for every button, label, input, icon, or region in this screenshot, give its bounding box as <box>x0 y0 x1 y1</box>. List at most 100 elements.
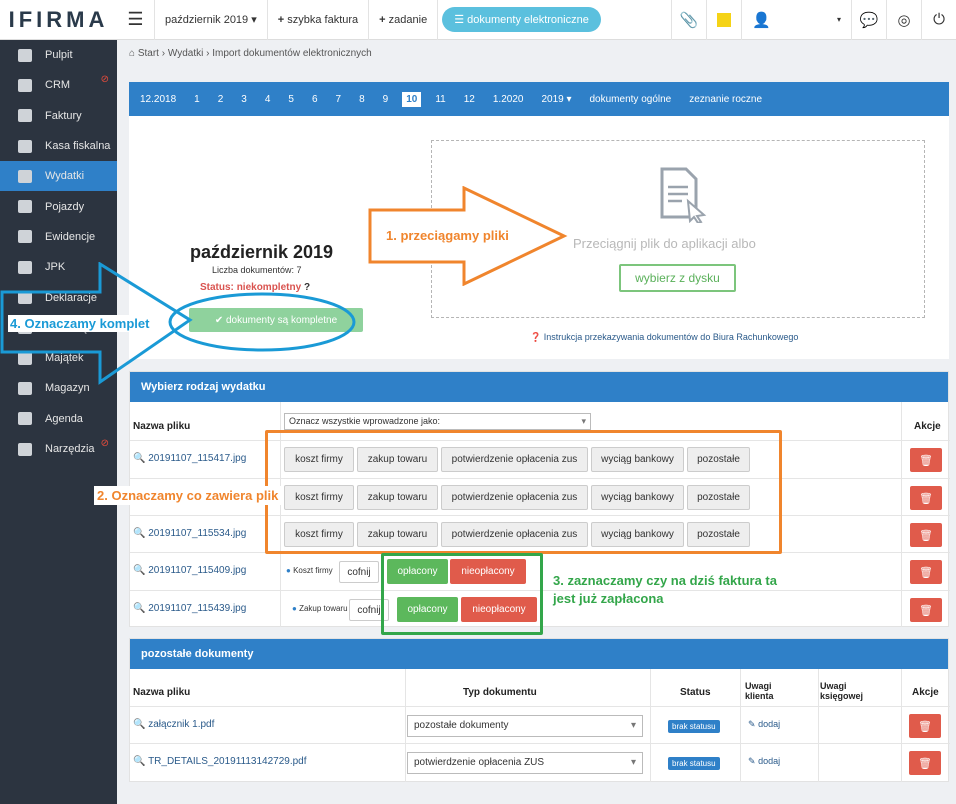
file-link[interactable]: 🔍 20191107_115439.jpg <box>133 603 246 614</box>
month-link[interactable]: zeznanie roczne <box>689 94 762 105</box>
month-link[interactable]: 2 <box>218 94 224 105</box>
annotation-payment-status: 3. zaznaczamy czy na dziś faktura ta jes… <box>553 573 777 606</box>
other-docs-heading: pozostałe dokumenty <box>130 639 948 669</box>
add-note-link[interactable]: ✎ dodaj <box>748 756 780 767</box>
assigned-category-tag: Koszt firmy <box>286 566 333 575</box>
tools-icon <box>18 442 32 456</box>
topbar: ☰ październik 2019 ▾ + szybka faktura + … <box>117 0 956 40</box>
file-name: TR_DETAILS_20191113142729.pdf <box>148 756 307 767</box>
file-link[interactable]: 🔍 załącznik 1.pdf <box>133 719 214 730</box>
accountant-notes-header: Uwagi księgowej <box>820 681 864 701</box>
sidebar-item-ewidencje[interactable]: Ewidencje <box>0 222 117 252</box>
breadcrumb-start[interactable]: Start <box>138 48 159 59</box>
list-icon: ☰ <box>454 14 465 26</box>
month-link[interactable]: 4 <box>265 94 271 105</box>
trash-icon: 🗑 <box>919 604 933 617</box>
sidebar-item-label: CRM <box>45 79 71 92</box>
month-link[interactable]: 11 <box>435 94 445 105</box>
month-link[interactable]: 10 <box>402 91 422 107</box>
menu-button[interactable]: ☰ <box>117 0 155 40</box>
sidebar-item-label: Kasa fiskalna <box>45 140 111 153</box>
month-link[interactable]: 3 <box>241 94 247 105</box>
e-docs-button[interactable]: ☰ dokumenty elektroniczne <box>442 7 601 32</box>
delete-button[interactable]: 🗑 <box>910 523 942 547</box>
sidebar-item-crm[interactable]: CRM ⊘ <box>0 70 117 100</box>
paperclip-icon[interactable]: 📎 <box>671 0 706 40</box>
file-name-header: Nazwa pliku <box>133 421 191 432</box>
annotation-drag-files: 1. przeciągamy pliki <box>386 228 509 243</box>
delete-button[interactable]: 🗑 <box>909 751 941 775</box>
sidebar-item-narzędzia[interactable]: Narzędzia ⊘ <box>0 434 117 464</box>
document-type-select[interactable]: pozostałe dokumenty <box>407 715 643 737</box>
month-link[interactable]: 2019 ▾ <box>541 94 571 105</box>
hamburger-icon: ☰ <box>127 9 144 29</box>
e-docs-label: dokumenty elektroniczne <box>467 14 589 26</box>
status-badge: brak statusu <box>668 720 720 733</box>
month-link[interactable]: dokumenty ogólne <box>590 94 672 105</box>
file-link[interactable]: 🔍 20191107_115409.jpg <box>133 565 246 576</box>
sidebar-item-kasa-fiskalna[interactable]: Kasa fiskalna <box>0 131 117 161</box>
help-lifebuoy-icon[interactable]: ◎ <box>886 0 921 40</box>
delete-button[interactable]: 🗑 <box>910 598 942 622</box>
sidebar-item-pojazdy[interactable]: Pojazdy <box>0 191 117 221</box>
month-link[interactable]: 12.2018 <box>140 94 176 105</box>
month-link[interactable]: 8 <box>359 94 365 105</box>
month-link[interactable]: 12 <box>464 94 475 105</box>
plus-icon: + <box>379 13 386 26</box>
add-note-link[interactable]: ✎ dodaj <box>748 719 780 730</box>
delete-button[interactable]: 🗑 <box>909 714 941 738</box>
document-upload-icon <box>660 167 707 223</box>
file-name: 20191107_115409.jpg <box>148 565 247 576</box>
caret-down-icon: ▾ <box>581 416 586 426</box>
sidebar-item-agenda[interactable]: Agenda <box>0 404 117 434</box>
choose-from-disk-button[interactable]: wybierz z dysku <box>619 264 736 292</box>
status-badge: brak statusu <box>668 757 720 770</box>
search-icon: 🔍 <box>133 528 146 539</box>
home-icon: ⌂ <box>129 48 136 59</box>
month-link[interactable]: 5 <box>288 94 294 105</box>
delete-button[interactable]: 🗑 <box>910 448 942 472</box>
user-menu[interactable]: 👤 ▾ <box>741 0 851 40</box>
quick-invoice-button[interactable]: + szybka faktura <box>268 0 370 40</box>
add-note-label: dodaj <box>758 719 781 729</box>
user-icon: 👤 <box>752 11 771 29</box>
period-select[interactable]: październik 2019 ▾ <box>155 0 268 40</box>
delete-button[interactable]: 🗑 <box>910 486 942 510</box>
breadcrumb: ⌂ Start › Wydatki › Import dokumentów el… <box>129 48 372 59</box>
file-link[interactable]: 🔍 20191107_115534.jpg <box>133 528 246 539</box>
sidebar-item-label: Pojazdy <box>45 200 85 213</box>
file-link[interactable]: 🔍 TR_DETAILS_20191113142729.pdf <box>133 756 307 767</box>
sidebar-item-faktury[interactable]: Faktury <box>0 101 117 131</box>
month-link[interactable]: 6 <box>312 94 318 105</box>
file-name: załącznik 1.pdf <box>148 719 215 730</box>
chat-icon[interactable]: 💬 <box>851 0 886 40</box>
month-link[interactable]: 9 <box>383 94 389 105</box>
document-type-select[interactable]: potwierdzenie opłacenia ZUS <box>407 752 643 774</box>
power-icon[interactable]: ⏻ <box>921 0 956 40</box>
app-logo[interactable]: IFIRMA <box>0 0 117 40</box>
search-icon: 🔍 <box>133 603 146 614</box>
month-link[interactable]: 1.2020 <box>493 94 524 105</box>
file-name: 20191107_115439.jpg <box>148 603 247 614</box>
search-icon: 🔍 <box>133 453 146 464</box>
file-link[interactable]: 🔍 20191107_115417.jpg <box>133 453 246 464</box>
plus-icon: + <box>277 13 285 26</box>
mark-all-select[interactable]: Oznacz wszystkie wprowadzone jako: ▾ <box>284 413 591 430</box>
month-link[interactable]: 1 <box>194 94 200 105</box>
annotation-box-payment <box>381 553 543 635</box>
sticky-note-icon[interactable] <box>706 0 741 40</box>
dropzone-text: Przeciągnij plik do aplikacji albo <box>573 236 756 251</box>
sidebar-item-pulpit[interactable]: Pulpit <box>0 40 117 70</box>
delete-button[interactable]: 🗑 <box>910 560 942 584</box>
other-documents-section: pozostałe dokumenty Nazwa pliku Typ doku… <box>129 638 950 782</box>
instruction-link[interactable]: ❓ Instrukcja przekazywania dokumentów do… <box>530 332 798 343</box>
breadcrumb-expenses[interactable]: Wydatki <box>168 48 203 59</box>
trash-icon: 🗑 <box>919 492 933 505</box>
undo-button[interactable]: cofnij <box>339 561 379 583</box>
sidebar-item-label: Pulpit <box>45 49 73 62</box>
task-button[interactable]: + zadanie <box>369 0 439 40</box>
sidebar-item-wydatki[interactable]: Wydatki <box>0 161 117 192</box>
search-icon: 🔍 <box>133 565 146 576</box>
month-link[interactable]: 7 <box>336 94 342 105</box>
trash-icon: 🗑 <box>919 454 933 467</box>
